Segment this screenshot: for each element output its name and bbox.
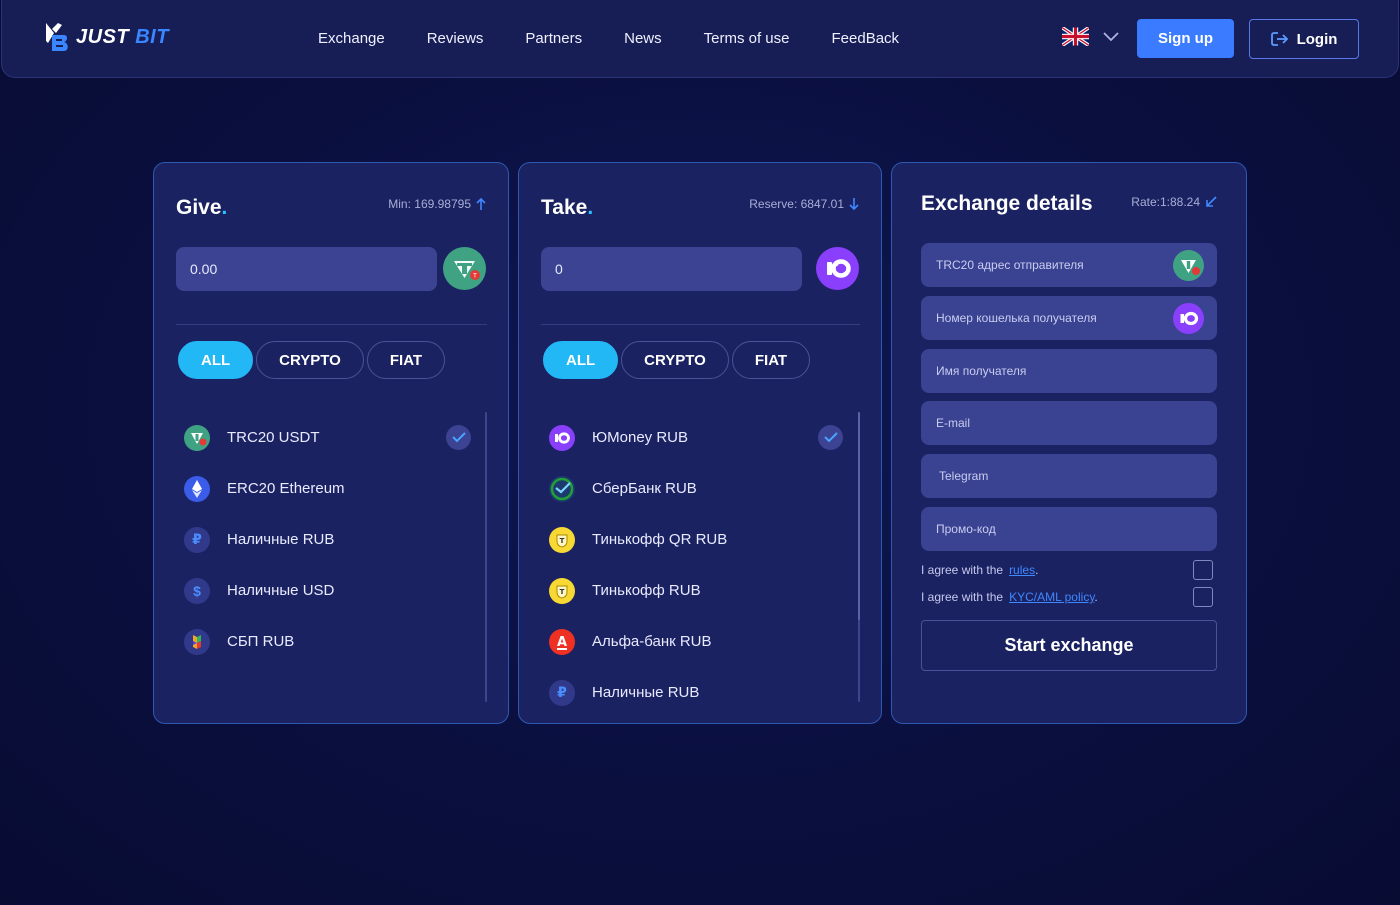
give-currency-list: TRC20 USDT ERC20 Ethereum ₽ Наличные RUB… [176, 412, 471, 667]
list-item[interactable]: T Тинькофф RUB [541, 565, 843, 616]
login-button[interactable]: Login [1249, 19, 1359, 59]
logo-text: JUST BIT [76, 25, 169, 48]
give-amount-input[interactable]: 0.00 [176, 247, 437, 291]
recipient-name-field[interactable]: Имя получателя [921, 349, 1217, 393]
list-item[interactable]: СберБанк RUB [541, 463, 843, 514]
uk-flag-icon [1062, 27, 1089, 46]
svg-text:T: T [472, 273, 477, 280]
give-divider [176, 324, 487, 325]
promo-code-field[interactable]: Промо-код [921, 507, 1217, 551]
login-label: Login [1296, 30, 1338, 48]
take-panel: Take. Reserve: 6847.01 0 ALL CRYPTO FIAT… [518, 162, 882, 724]
nav-terms[interactable]: Terms of use [704, 30, 790, 47]
give-scrollbar[interactable] [485, 412, 487, 702]
list-item[interactable]: ERC20 Ethereum [176, 463, 471, 514]
take-filter-all[interactable]: ALL [543, 341, 619, 379]
take-reserve: Reserve: 6847.01 [749, 197, 859, 211]
rules-link[interactable]: rules [1009, 563, 1035, 577]
nav-news[interactable]: News [624, 30, 662, 47]
agree-rules-checkbox[interactable] [1193, 560, 1213, 580]
kyc-aml-link[interactable]: KYC/AML policy [1009, 590, 1094, 604]
start-exchange-button[interactable]: Start exchange [921, 620, 1217, 671]
arrow-down-icon [849, 198, 859, 211]
take-filter-crypto[interactable]: CRYPTO [621, 341, 729, 379]
dollar-icon: $ [184, 577, 210, 604]
take-filters: ALL CRYPTO FIAT [543, 341, 811, 379]
logo[interactable]: JUST BIT [44, 21, 169, 53]
login-icon [1270, 32, 1288, 46]
give-filter-crypto[interactable]: CRYPTO [256, 341, 364, 379]
exchange-rate: Rate:1:88.24 [1131, 195, 1217, 209]
tether-icon[interactable]: T [443, 247, 486, 290]
take-scrollbar[interactable] [858, 412, 860, 702]
take-currency-list: ЮMoney RUB СберБанк RUB T Тинькофф QR RU… [541, 412, 843, 718]
telegram-field[interactable]: Telegram [921, 454, 1217, 498]
svg-text:T: T [560, 588, 565, 596]
take-divider [541, 324, 860, 325]
take-title: Take. [541, 196, 594, 219]
sbp-icon [184, 628, 210, 655]
ethereum-icon [184, 475, 210, 502]
email-field[interactable]: E-mail [921, 401, 1217, 445]
nav-reviews[interactable]: Reviews [427, 30, 484, 47]
list-item[interactable]: T Тинькофф QR RUB [541, 514, 843, 565]
check-icon [446, 425, 471, 450]
signup-button[interactable]: Sign up [1137, 19, 1234, 58]
nav-partners[interactable]: Partners [525, 30, 582, 47]
svg-text:A: A [557, 635, 567, 650]
chevron-down-icon [1103, 31, 1119, 41]
check-icon [818, 425, 843, 450]
recipient-wallet-field[interactable]: Номер кошелька получателя [921, 296, 1217, 340]
give-filter-fiat[interactable]: FIAT [366, 341, 446, 379]
nav-exchange[interactable]: Exchange [318, 30, 385, 47]
list-item[interactable]: A Альфа-банк RUB [541, 616, 843, 667]
list-item[interactable]: СБП RUB [176, 616, 471, 667]
arrow-up-icon [476, 197, 486, 210]
ruble-icon: ₽ [184, 526, 210, 553]
alfabank-icon: A [549, 628, 575, 655]
give-panel: Give. Min: 169.98795 0.00 T ALL CRYPTO F… [153, 162, 509, 724]
give-title: Give. [176, 196, 228, 219]
exchange-details-panel: Exchange details Rate:1:88.24 TRC20 адре… [891, 162, 1247, 724]
take-amount-input[interactable]: 0 [541, 247, 802, 291]
list-item[interactable]: TRC20 USDT [176, 412, 471, 463]
scroll-thumb[interactable] [858, 412, 860, 620]
yoomoney-icon[interactable] [816, 247, 859, 290]
give-min: Min: 169.98795 [388, 197, 486, 211]
site-header: JUST BIT Exchange Reviews Partners News … [1, 0, 1399, 78]
agree-kyc-checkbox[interactable] [1193, 587, 1213, 607]
yoomoney-icon [1173, 303, 1204, 334]
sberbank-icon [549, 475, 575, 502]
tinkoff-icon: T [549, 526, 575, 553]
logo-mark-icon [46, 23, 68, 51]
ruble-icon: ₽ [549, 679, 575, 706]
language-selector[interactable] [1062, 27, 1119, 46]
take-filter-fiat[interactable]: FIAT [731, 341, 811, 379]
nav-feedback[interactable]: FeedBack [832, 30, 900, 47]
tether-icon [184, 424, 210, 451]
svg-text:T: T [560, 537, 565, 545]
agree-kyc: I agree with the KYC/AML policy. [921, 587, 1217, 607]
give-filter-all[interactable]: ALL [178, 341, 254, 379]
give-filters: ALL CRYPTO FIAT [178, 341, 446, 379]
yoomoney-icon [549, 424, 575, 451]
list-item[interactable]: ₽ Наличные RUB [176, 514, 471, 565]
agree-rules: I agree with the rules. [921, 560, 1217, 580]
arrow-down-left-icon [1206, 196, 1217, 207]
list-item[interactable]: ЮMoney RUB [541, 412, 843, 463]
main-nav: Exchange Reviews Partners News Terms of … [318, 30, 941, 47]
tether-icon [1173, 250, 1204, 281]
tinkoff-icon: T [549, 577, 575, 604]
list-item[interactable]: ₽ Наличные RUB [541, 667, 843, 718]
sender-address-field[interactable]: TRC20 адрес отправителя [921, 243, 1217, 287]
list-item[interactable]: $ Наличные USD [176, 565, 471, 616]
details-title: Exchange details [921, 192, 1093, 215]
